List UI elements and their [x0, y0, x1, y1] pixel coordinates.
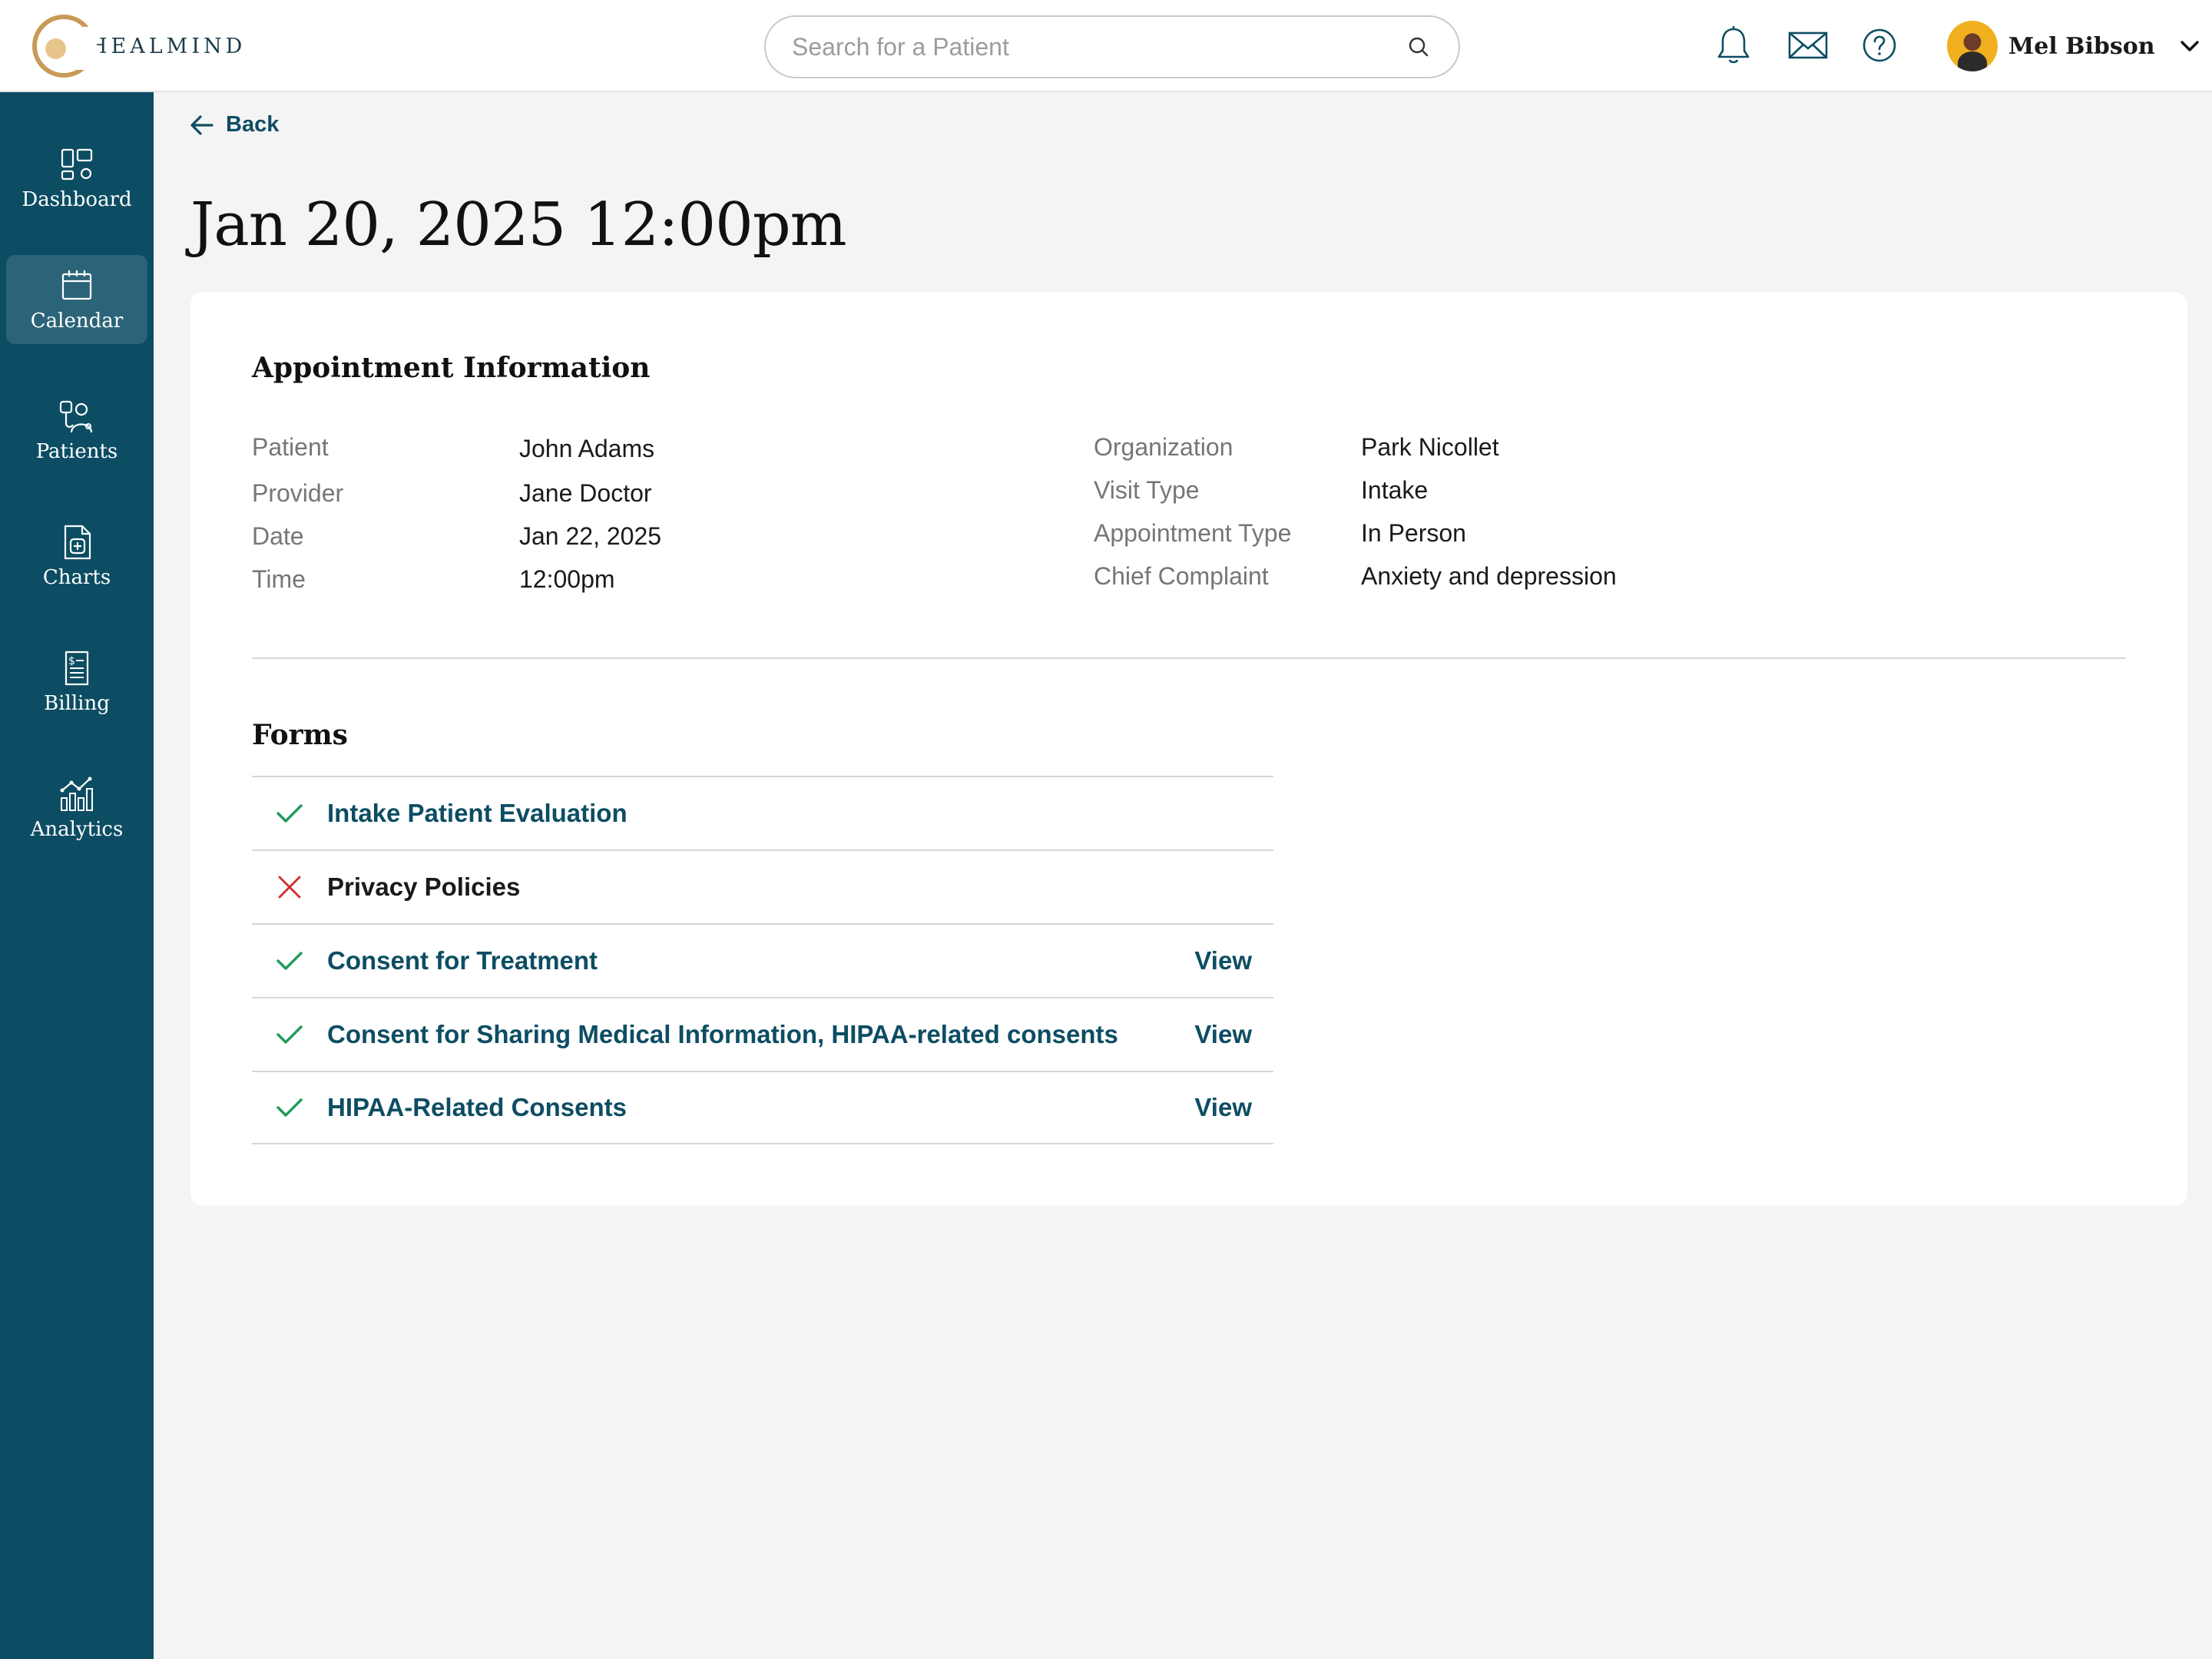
billing-icon: $: [65, 651, 89, 686]
forms-list: Intake Patient Evaluation Privacy Polici…: [252, 776, 1273, 1144]
search-icon[interactable]: [1405, 33, 1432, 61]
appointment-type-value: In Person: [1361, 519, 1466, 547]
section-divider: [252, 657, 2126, 659]
avatar: [1947, 21, 1998, 71]
patient-value: John Adams: [519, 435, 655, 462]
bell-icon[interactable]: [1714, 25, 1753, 66]
page-title: Jan 20, 2025 12:00pm: [190, 190, 847, 260]
form-row: HIPAA-Related Consents View: [252, 1071, 1273, 1144]
user-menu[interactable]: Mel Bibson: [1947, 20, 2201, 72]
organization-label: Organization: [1094, 433, 1233, 461]
visit-type-label: Visit Type: [1094, 476, 1200, 504]
provider-label: Provider: [252, 479, 344, 507]
check-icon: [276, 804, 303, 823]
patients-icon: [59, 400, 93, 433]
view-button[interactable]: View: [1194, 1093, 1252, 1122]
form-link[interactable]: Consent for Sharing Medical Information,…: [327, 1020, 1118, 1049]
charts-icon: [64, 525, 91, 560]
chief-complaint-value: Anxiety and depression: [1361, 562, 1617, 590]
form-row: Privacy Policies: [252, 849, 1273, 923]
appointment-type-label: Appointment Type: [1094, 519, 1292, 547]
time-value: 12:00pm: [519, 565, 615, 593]
calendar-icon: [61, 270, 92, 300]
check-icon: [276, 1025, 303, 1044]
organization-value: Park Nicollet: [1361, 433, 1499, 461]
check-icon: [276, 952, 303, 970]
sidebar-item-label: Billing: [44, 692, 110, 715]
x-icon: [278, 876, 301, 899]
analytics-icon: [60, 777, 93, 811]
form-row: Consent for Treatment View: [252, 923, 1273, 997]
appointment-card: Appointment Information Patient John Ada…: [190, 292, 2187, 1206]
search-input[interactable]: [792, 32, 1405, 61]
chief-complaint-label: Chief Complaint: [1094, 562, 1269, 590]
sidebar-item-calendar[interactable]: Calendar: [6, 255, 147, 344]
user-name: Mel Bibson: [2008, 32, 2155, 60]
back-link[interactable]: Back: [189, 112, 279, 137]
date-value: Jan 22, 2025: [519, 522, 662, 550]
time-label: Time: [252, 565, 306, 593]
app-logo[interactable]: HEALMIND: [32, 14, 246, 78]
form-link[interactable]: HIPAA-Related Consents: [327, 1093, 627, 1122]
chevron-down-icon[interactable]: [2178, 38, 2201, 55]
form-name: Privacy Policies: [327, 873, 521, 901]
forms-section-title: Forms: [252, 719, 348, 751]
sidebar-item-patients[interactable]: Patients: [6, 386, 147, 475]
appointment-section-title: Appointment Information: [252, 352, 651, 384]
date-label: Date: [252, 522, 304, 550]
sidebar-item-charts[interactable]: Charts: [6, 512, 147, 601]
form-link[interactable]: Intake Patient Evaluation: [327, 799, 628, 828]
provider-value: Jane Doctor: [519, 479, 652, 507]
sidebar: Dashboard Calendar Patients Charts $ Bil…: [0, 92, 154, 1659]
logo-text: HEALMIND: [89, 34, 247, 58]
sidebar-item-analytics[interactable]: Analytics: [6, 763, 147, 853]
svg-text:$: $: [68, 655, 75, 667]
form-link[interactable]: Consent for Treatment: [327, 946, 598, 975]
patient-label: Patient: [252, 433, 329, 461]
sidebar-item-label: Dashboard: [22, 188, 132, 211]
logo-mark-icon: [32, 15, 97, 78]
help-icon[interactable]: [1860, 25, 1899, 66]
view-button[interactable]: View: [1194, 946, 1252, 975]
sidebar-item-dashboard[interactable]: Dashboard: [6, 134, 147, 223]
visit-type-value: Intake: [1361, 476, 1429, 504]
form-row: Consent for Sharing Medical Information,…: [252, 997, 1273, 1071]
sidebar-item-label: Patients: [35, 440, 118, 463]
form-row: Intake Patient Evaluation: [252, 776, 1273, 849]
check-icon: [276, 1098, 303, 1117]
arrow-left-icon: [190, 114, 214, 135]
sidebar-item-billing[interactable]: $ Billing: [6, 637, 147, 727]
mail-icon[interactable]: [1787, 25, 1829, 66]
patient-search: [764, 15, 1460, 78]
sidebar-item-label: Calendar: [30, 310, 124, 333]
dashboard-icon: [61, 148, 93, 180]
sidebar-item-label: Charts: [42, 566, 111, 589]
sidebar-item-label: Analytics: [30, 818, 124, 841]
top-bar: HEALMIND Mel Bibson: [0, 0, 2212, 92]
back-label: Back: [226, 112, 280, 137]
view-button[interactable]: View: [1194, 1020, 1252, 1049]
